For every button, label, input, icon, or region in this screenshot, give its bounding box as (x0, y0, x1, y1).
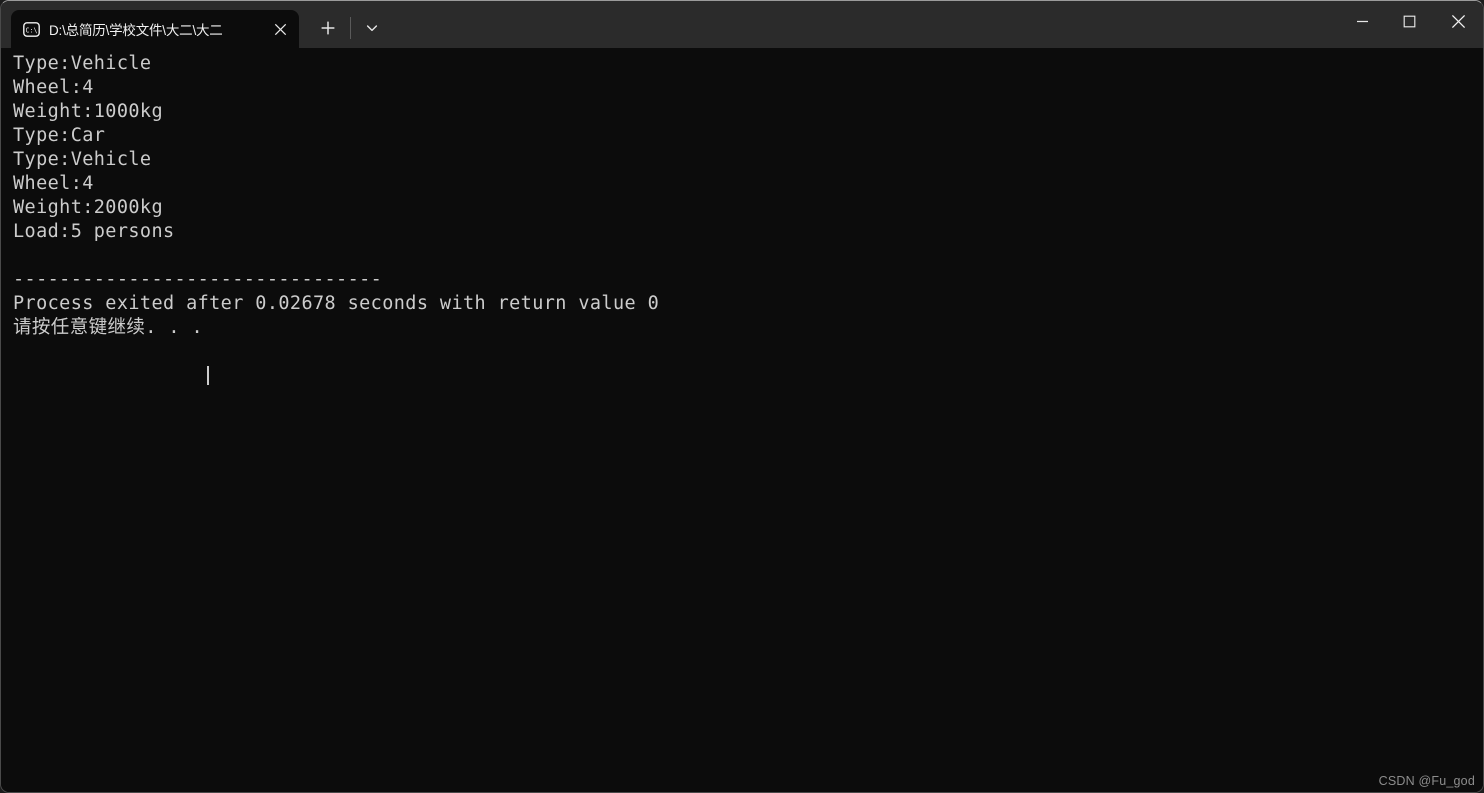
toolbar-divider (350, 17, 351, 39)
tab-strip: C:\ D:\总简历\学校文件\大二\大二 (1, 1, 1339, 48)
tab-title: D:\总简历\学校文件\大二\大二 (49, 23, 223, 38)
terminal-window: C:\ D:\总简历\学校文件\大二\大二 Type:Vehicle Wheel… (0, 0, 1484, 793)
command-prompt-icon: C:\ (23, 21, 40, 38)
tab-command-prompt[interactable]: C:\ D:\总简历\学校文件\大二\大二 (11, 10, 299, 48)
console-text: Type:Vehicle Wheel:4 Weight:1000kg Type:… (13, 53, 660, 338)
maximize-button[interactable] (1386, 1, 1433, 42)
window-caption-buttons (1339, 1, 1483, 48)
new-tab-button[interactable] (311, 11, 345, 45)
tab-dropdown-button[interactable] (356, 11, 388, 45)
terminal-output-pane[interactable]: Type:Vehicle Wheel:4 Weight:1000kg Type:… (1, 48, 1483, 792)
text-cursor (207, 366, 209, 385)
close-button[interactable] (1433, 1, 1483, 42)
watermark-label: CSDN @Fu_god (1378, 774, 1475, 788)
title-bar[interactable]: C:\ D:\总简历\学校文件\大二\大二 (1, 1, 1483, 48)
minimize-button[interactable] (1339, 1, 1386, 42)
svg-text:C:\: C:\ (26, 26, 38, 34)
tab-close-icon[interactable] (265, 14, 295, 44)
